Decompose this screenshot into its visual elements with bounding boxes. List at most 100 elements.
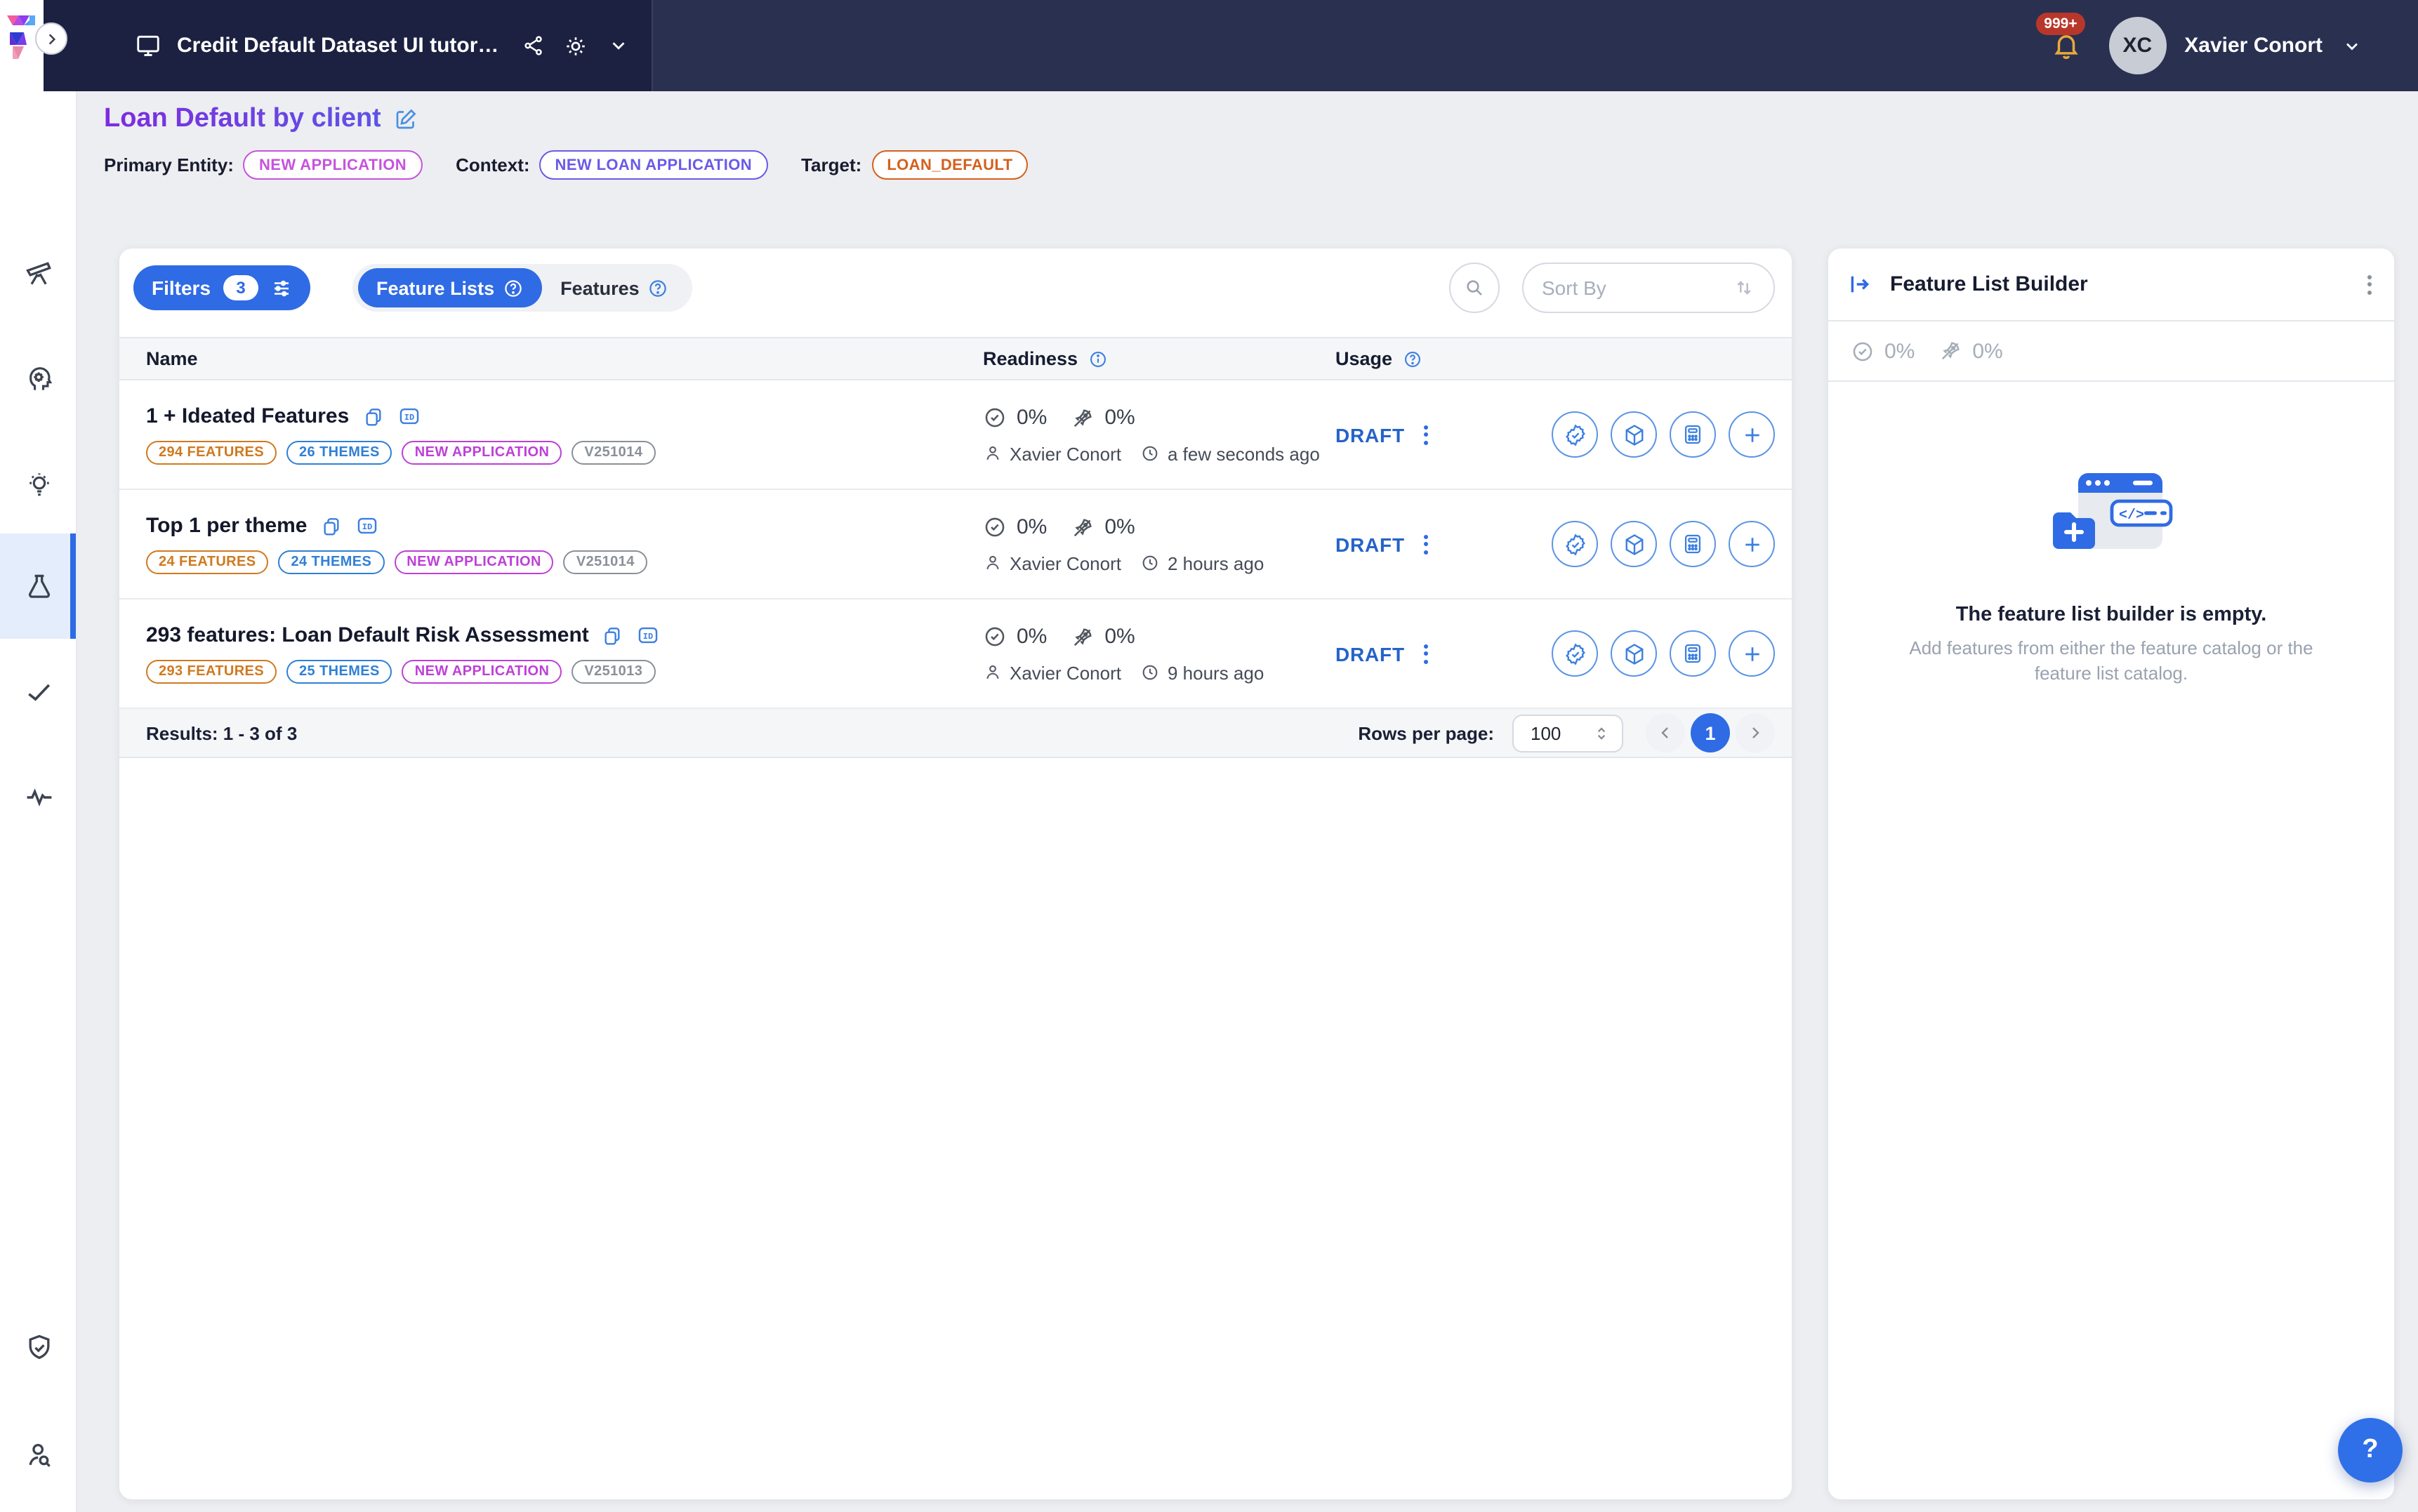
primary-entity-chip[interactable]: NEW APPLICATION bbox=[244, 150, 422, 180]
readiness-action-button[interactable] bbox=[1552, 411, 1598, 458]
project-title: Credit Default Dataset UI tutorial bbox=[177, 34, 500, 58]
owner-name: Xavier Conort bbox=[1010, 662, 1121, 683]
deployed-percent: 0% bbox=[1104, 515, 1135, 539]
feature-list-name[interactable]: 293 features: Loan Default Risk Assessme… bbox=[146, 623, 589, 647]
calculator-icon bbox=[1681, 642, 1705, 665]
version-chip: V251013 bbox=[572, 660, 655, 684]
feature-lists-card: Filters 3 Feature Lists Features bbox=[119, 248, 1792, 1499]
entity-chip: NEW APPLICATION bbox=[394, 550, 554, 574]
column-name: Name bbox=[119, 348, 983, 369]
sidebar-item-governance[interactable] bbox=[0, 1320, 77, 1376]
owner-name: Xavier Conort bbox=[1010, 443, 1121, 464]
pulse-icon bbox=[23, 782, 54, 813]
compute-action-button[interactable] bbox=[1670, 411, 1716, 458]
share-icon[interactable] bbox=[522, 34, 546, 58]
flask-icon bbox=[23, 571, 54, 602]
project-selector[interactable]: Credit Default Dataset UI tutorial bbox=[44, 0, 653, 91]
avatar[interactable]: XC bbox=[2108, 17, 2166, 74]
question-icon[interactable] bbox=[1402, 349, 1422, 369]
row-menu-button[interactable] bbox=[1422, 422, 1432, 447]
primary-entity-label: Primary Entity: bbox=[104, 154, 234, 175]
package-action-button[interactable] bbox=[1611, 630, 1657, 677]
check-circle-icon bbox=[983, 406, 1007, 430]
package-action-button[interactable] bbox=[1611, 521, 1657, 567]
table-row[interactable]: Top 1 per theme ID 24 FEATURES 24 THEMES… bbox=[119, 490, 1792, 599]
edit-icon[interactable] bbox=[394, 107, 419, 132]
sidebar-item-monitoring[interactable] bbox=[0, 769, 77, 825]
copy-icon[interactable] bbox=[362, 405, 384, 427]
person-icon bbox=[983, 663, 1003, 682]
sidebar-item-approvals[interactable] bbox=[0, 664, 77, 720]
tab-features-label: Features bbox=[560, 277, 640, 298]
compute-action-button[interactable] bbox=[1670, 630, 1716, 677]
sort-arrows-icon bbox=[1733, 277, 1755, 299]
sidebar-item-feature-lists-active[interactable] bbox=[0, 559, 77, 615]
stepper-icon bbox=[1592, 724, 1611, 742]
add-to-builder-button[interactable] bbox=[1729, 630, 1775, 677]
topbar-right: 999+ XC Xavier Conort bbox=[2051, 0, 2362, 91]
notifications-button[interactable]: 999+ bbox=[2051, 31, 2080, 60]
sidebar-item-ideas[interactable] bbox=[0, 456, 77, 512]
cube-icon bbox=[1621, 422, 1646, 447]
help-button[interactable]: ? bbox=[2338, 1418, 2403, 1483]
sidebar-item-ideate[interactable] bbox=[0, 351, 77, 407]
chevron-down-icon[interactable] bbox=[2342, 36, 2362, 55]
view-tabs: Feature Lists Features bbox=[352, 264, 693, 312]
usage-status-badge: DRAFT bbox=[1335, 533, 1405, 555]
sidebar-expand-button[interactable] bbox=[35, 22, 67, 55]
sidebar-item-explore[interactable] bbox=[0, 246, 77, 302]
package-action-button[interactable] bbox=[1611, 411, 1657, 458]
gear-icon[interactable] bbox=[563, 33, 588, 58]
rocket-slash-icon bbox=[1937, 338, 1962, 364]
feature-list-builder-panel: Feature List Builder 0% 0% </> The fea bbox=[1828, 248, 2394, 1499]
cube-icon bbox=[1621, 641, 1646, 666]
previous-page-button[interactable] bbox=[1646, 713, 1685, 752]
builder-menu-button[interactable] bbox=[2365, 272, 2374, 297]
feature-list-name[interactable]: 1 + Ideated Features bbox=[146, 404, 349, 428]
add-to-builder-button[interactable] bbox=[1729, 521, 1775, 567]
row-menu-button[interactable] bbox=[1422, 531, 1432, 557]
copy-icon[interactable] bbox=[602, 624, 624, 646]
question-icon bbox=[648, 277, 669, 298]
sidebar-item-user-search[interactable] bbox=[0, 1428, 77, 1484]
compute-action-button[interactable] bbox=[1670, 521, 1716, 567]
readiness-action-button[interactable] bbox=[1552, 521, 1598, 567]
current-page: 1 bbox=[1705, 722, 1715, 743]
sort-by-field[interactable] bbox=[1522, 263, 1775, 313]
id-icon[interactable]: ID bbox=[397, 404, 421, 428]
sliders-icon bbox=[271, 277, 292, 298]
tab-features[interactable]: Features bbox=[542, 268, 687, 307]
pagination: 1 bbox=[1646, 713, 1775, 752]
feature-list-name[interactable]: Top 1 per theme bbox=[146, 514, 308, 538]
rows-per-page-select[interactable]: 100 bbox=[1512, 714, 1623, 752]
id-icon[interactable]: ID bbox=[637, 623, 661, 647]
readiness-action-button[interactable] bbox=[1552, 630, 1598, 677]
check-icon bbox=[23, 677, 54, 708]
page-number-button[interactable]: 1 bbox=[1691, 713, 1730, 752]
chevron-down-icon[interactable] bbox=[608, 35, 629, 56]
table-row[interactable]: 293 features: Loan Default Risk Assessme… bbox=[119, 599, 1792, 709]
search-button[interactable] bbox=[1449, 263, 1500, 313]
id-icon[interactable]: ID bbox=[355, 514, 379, 538]
rows-per-page-label: Rows per page: bbox=[1358, 722, 1494, 743]
cube-icon bbox=[1621, 531, 1646, 557]
target-label: Target: bbox=[801, 154, 861, 175]
table-row[interactable]: 1 + Ideated Features ID 294 FEATURES 26 … bbox=[119, 380, 1792, 490]
copy-icon[interactable] bbox=[320, 515, 343, 537]
featurebyte-logo bbox=[7, 15, 35, 63]
context-chip[interactable]: NEW LOAN APPLICATION bbox=[540, 150, 768, 180]
target-chip[interactable]: LOAN_DEFAULT bbox=[871, 150, 1028, 180]
next-page-button[interactable] bbox=[1736, 713, 1775, 752]
rocket-slash-icon bbox=[1069, 405, 1095, 430]
info-icon[interactable] bbox=[1088, 349, 1107, 369]
filters-button[interactable]: Filters 3 bbox=[133, 265, 310, 310]
entity-chip: NEW APPLICATION bbox=[402, 441, 562, 465]
filters-label: Filters bbox=[152, 277, 211, 299]
add-to-builder-button[interactable] bbox=[1729, 411, 1775, 458]
tab-feature-lists[interactable]: Feature Lists bbox=[358, 268, 542, 307]
search-icon bbox=[1463, 277, 1486, 299]
sort-by-input[interactable] bbox=[1542, 277, 1733, 299]
row-menu-button[interactable] bbox=[1422, 641, 1432, 666]
plus-icon bbox=[1739, 531, 1764, 557]
empty-illustration: </> bbox=[2049, 470, 2173, 566]
